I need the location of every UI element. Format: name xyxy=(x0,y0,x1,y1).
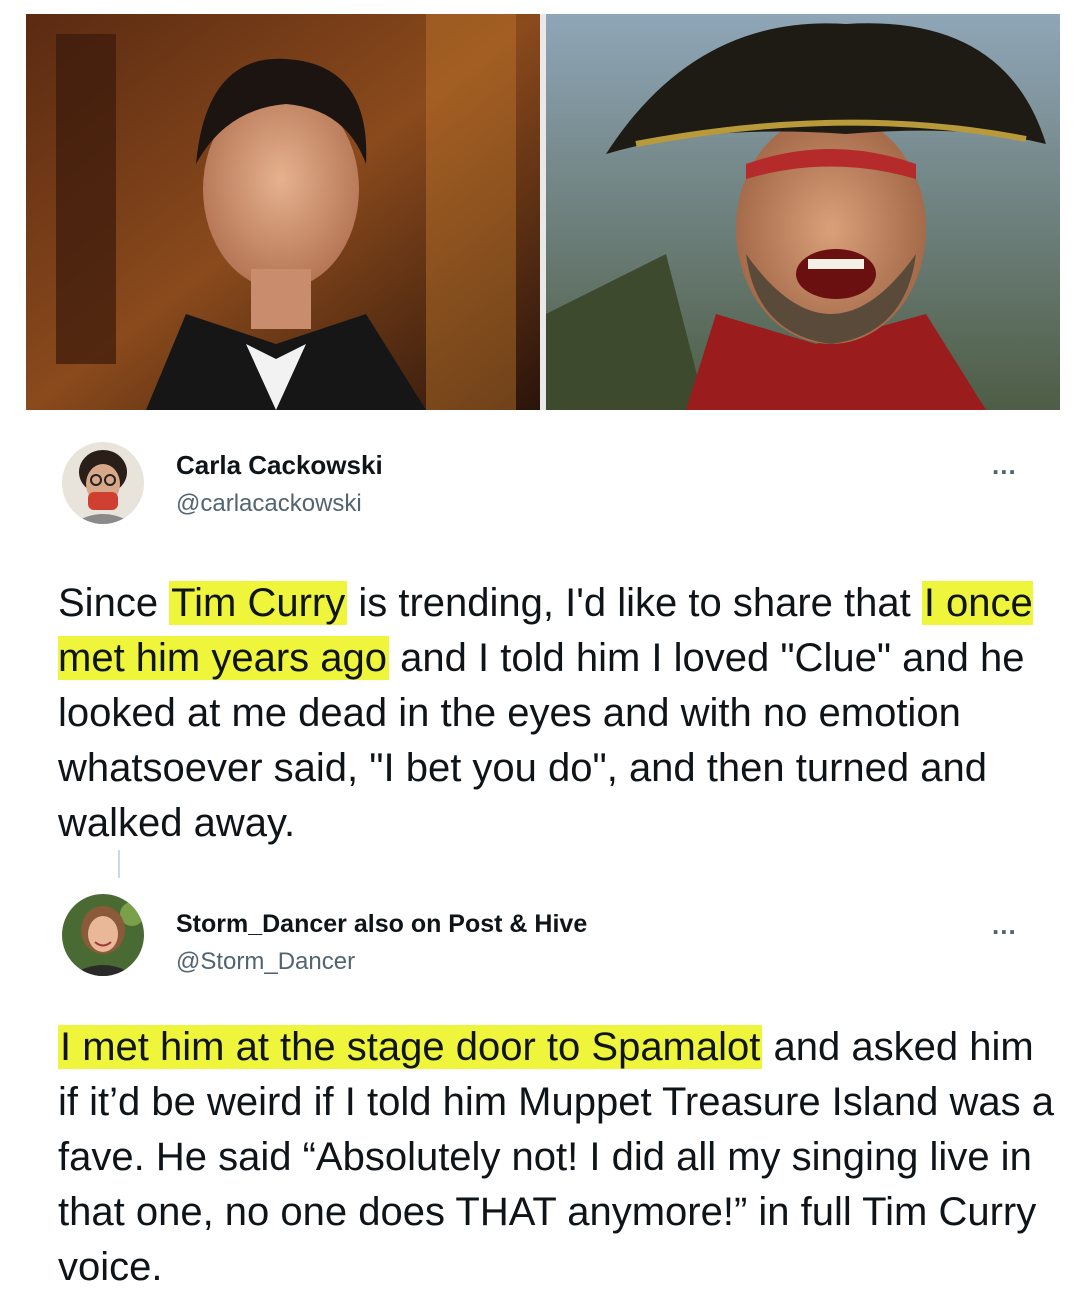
post-screenshot: Carla Cackowski @carlacackowski ... Sinc… xyxy=(10,10,1070,1306)
thread-line xyxy=(118,850,120,878)
tweet-text: I met him at the stage door to Spamalot … xyxy=(58,1020,1058,1295)
avatar[interactable] xyxy=(62,894,144,976)
tweet-text-part: Since xyxy=(58,581,170,625)
avatar[interactable] xyxy=(62,442,144,524)
more-options-icon[interactable]: ... xyxy=(992,910,1017,941)
display-name[interactable]: Storm_Dancer also on Post & Hive xyxy=(176,910,587,939)
tweet-text-part: is trending, I'd like to share that xyxy=(347,581,922,625)
user-handle[interactable]: @Storm_Dancer xyxy=(176,948,355,976)
user-handle[interactable]: @carlacackowski xyxy=(176,490,362,518)
photo-collage xyxy=(26,14,1060,410)
highlighted-text: Tim Curry xyxy=(169,581,348,625)
display-name[interactable]: Carla Cackowski xyxy=(176,450,383,481)
photo-clue-butler[interactable] xyxy=(26,14,540,410)
highlighted-text: I met him at the stage door to Spamalot xyxy=(58,1025,763,1069)
more-options-icon[interactable]: ... xyxy=(992,450,1017,481)
tweet-text: Since Tim Curry is trending, I'd like to… xyxy=(58,576,1058,851)
photo-pirate[interactable] xyxy=(546,14,1060,410)
